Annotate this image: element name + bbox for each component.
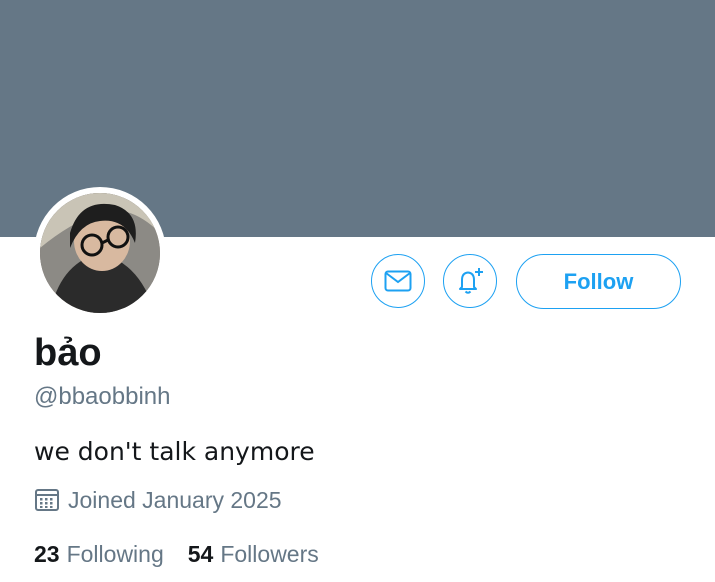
following-link[interactable]: 23 Following	[34, 538, 164, 570]
followers-link[interactable]: 54 Followers	[188, 538, 319, 570]
followers-count: 54	[187, 541, 214, 567]
profile-name: bảo	[34, 332, 102, 374]
message-button[interactable]	[371, 254, 425, 308]
following-count: 23	[34, 541, 60, 567]
envelope-icon	[384, 270, 412, 292]
profile-stats: 23 Following 54 Followers	[34, 538, 343, 570]
avatar-image	[40, 193, 160, 313]
joined-text: Joined January 2025	[68, 487, 282, 513]
followers-label: Followers	[220, 541, 319, 567]
avatar-photo-icon	[40, 193, 160, 313]
calendar-icon	[35, 489, 59, 511]
bell-plus-icon	[459, 268, 483, 294]
avatar[interactable]	[34, 187, 166, 319]
follow-button[interactable]: Follow	[516, 254, 681, 309]
profile-handle: @bbaobbinh	[34, 383, 171, 410]
profile-bio: we don't talk anymore	[34, 437, 315, 466]
joined-date: Joined January 2025	[34, 484, 282, 516]
notifications-button[interactable]	[443, 254, 497, 308]
following-label: Following	[66, 541, 164, 567]
